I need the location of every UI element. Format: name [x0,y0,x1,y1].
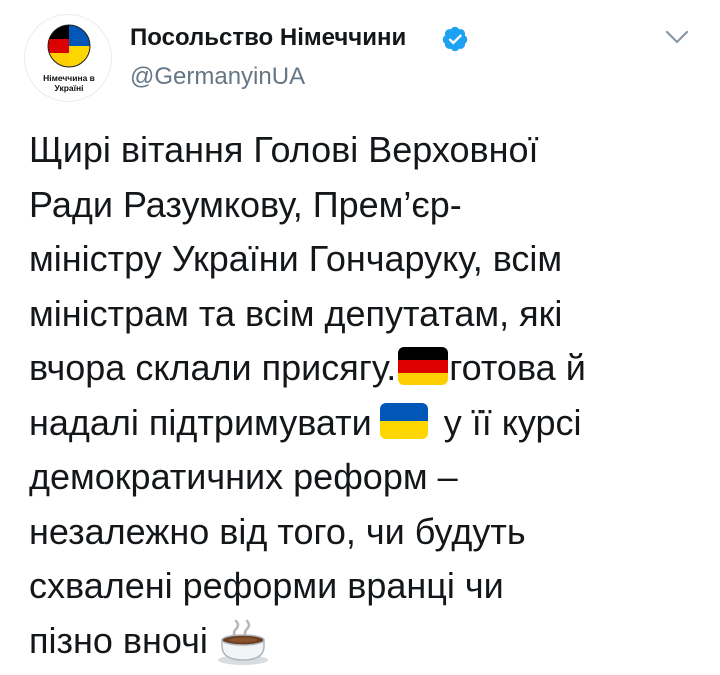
hot-beverage-icon [217,619,268,665]
tweet-text-segment: вчора склали присягу. [29,347,397,388]
tweet-line: Ради Разумкову, Прем’єр- [29,183,462,225]
embassy-logo-icon [47,24,91,68]
tweet-line: міністрам та всім депутатам, які [29,292,563,334]
tweet-line: схвалені реформи вранці чи [29,565,504,606]
germany-flag-icon [398,347,449,386]
tweet-line: пізно вночі [29,614,709,669]
tweet-line: незалежно від того, чи будуть [29,510,526,552]
user-handle[interactable]: @GermanyinUA [130,63,305,91]
avatar[interactable]: Німеччина в Україні [24,14,112,102]
chevron-down-icon[interactable] [664,28,690,46]
ukraine-flag-icon [379,402,428,439]
avatar-caption-line2: Україні [54,83,84,93]
tweet-line: надалі підтримувати у її курсі [29,396,709,451]
tweet-line: Щирі вітання Голові Верховної [29,129,539,170]
tweet-line: демократичних реформ – [29,456,458,497]
avatar-caption-line1: Німеччина в [43,73,95,83]
tweet-line: міністру України Гончаруку, всім [29,238,563,279]
tweet-text-segment: надалі підтримувати [29,401,372,443]
tweet-text-segment: готова й [449,347,586,388]
verified-badge-icon [442,26,468,52]
avatar-caption: Німеччина в Україні [25,73,113,93]
display-name[interactable]: Посольство Німеччини [130,24,406,52]
tweet-text: Щирі вітання Голові Верховної Ради Разум… [29,123,709,668]
tweet-header: Німеччина в Україні Посольство Німеччини… [0,0,720,110]
tweet-line: вчора склали присягу. готова й [29,341,709,396]
tweet-text-segment: пізно вночі [29,619,208,661]
tweet-text-segment: у її курсі [443,401,582,443]
